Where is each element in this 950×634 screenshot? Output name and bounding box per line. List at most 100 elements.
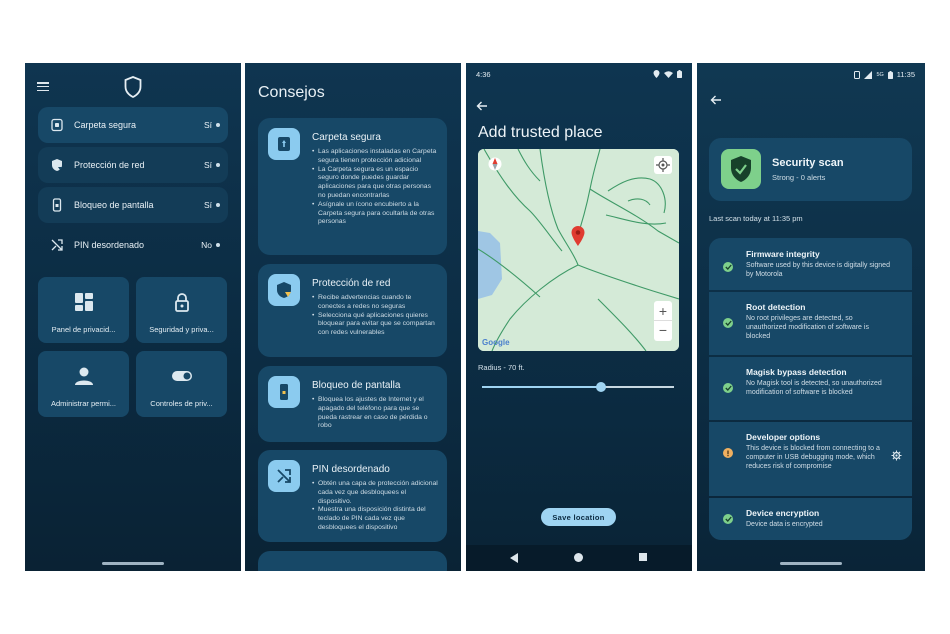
check-ok-icon xyxy=(723,383,733,393)
check-firmware-integrity[interactable]: Firmware integrity Software used by this… xyxy=(709,238,912,290)
scan-title: Security scan xyxy=(772,157,844,169)
zoom-in-button[interactable]: + xyxy=(654,301,672,321)
tip-body: Bloquea los ajustes de Internet y el apa… xyxy=(312,396,439,431)
tip-bullet: Asígnale un ícono encubierto a la Carpet… xyxy=(312,201,439,227)
wifi-icon xyxy=(664,70,673,78)
phone-lock-icon xyxy=(268,376,300,408)
check-device-encryption[interactable]: Device encryption Device data is encrypt… xyxy=(709,498,912,540)
shuffle-icon xyxy=(268,460,300,492)
toggle-value: Sí xyxy=(203,120,212,130)
secure-folder-icon xyxy=(268,128,300,160)
tip-card-bloqueo-de-pantalla[interactable]: Bloqueo de pantalla Bloquea los ajustes … xyxy=(258,366,447,442)
check-info-icon xyxy=(723,448,733,458)
radius-slider[interactable] xyxy=(482,382,674,392)
tip-body: Obtén una capa de protección adicional c… xyxy=(312,480,439,533)
radius-label: Radius - 70 ft. xyxy=(478,363,525,372)
tile-label: Controles de priv... xyxy=(150,399,213,408)
tip-bullet: Las aplicaciones instaladas en Carpeta s… xyxy=(312,148,439,166)
toggle-value: Sí xyxy=(203,200,212,210)
last-scan-text: Last scan today at 11:35 pm xyxy=(709,214,803,223)
nav-recents-icon[interactable] xyxy=(639,553,647,561)
crosshair-icon xyxy=(656,158,670,172)
tip-bullet: Selecciona qué aplicaciones quieres bloq… xyxy=(312,312,439,338)
check-description: This device is blocked from connecting t… xyxy=(746,445,880,470)
check-title: Firmware integrity xyxy=(746,249,820,259)
tip-card-proteccion-de-red[interactable]: Protección de red Recibe advertencias cu… xyxy=(258,264,447,357)
gesture-bar[interactable] xyxy=(102,562,164,565)
tile-administrar-permisos[interactable]: Administrar permi... xyxy=(38,351,129,417)
map-pin-icon[interactable] xyxy=(571,226,585,246)
phone-lock-icon xyxy=(46,194,68,216)
toggle-bloqueo-de-pantalla[interactable]: Bloqueo de pantalla Sí xyxy=(38,187,228,223)
back-arrow-icon[interactable] xyxy=(476,101,488,111)
toggle-proteccion-de-red[interactable]: Protección de red Sí xyxy=(38,147,228,183)
toggle-carpeta-segura[interactable]: Carpeta segura Sí xyxy=(38,107,228,143)
toggle-icon xyxy=(171,371,192,381)
network-shield-icon xyxy=(46,154,68,176)
tip-body: Recibe advertencias cuando te conectes a… xyxy=(312,294,439,338)
check-title: Device encryption xyxy=(746,508,820,518)
signal-icon xyxy=(864,70,873,79)
tile-panel-de-privacidad[interactable]: Panel de privacid... xyxy=(38,277,129,343)
menu-icon[interactable] xyxy=(37,82,49,92)
status-dot xyxy=(216,243,220,247)
toggle-value: No xyxy=(201,240,212,250)
status-bar: 5G 11:35 xyxy=(707,70,915,82)
person-icon xyxy=(74,367,93,385)
battery-icon xyxy=(887,70,893,79)
compass-icon[interactable] xyxy=(488,156,502,172)
security-scan-card[interactable]: Security scan Strong - 0 alerts xyxy=(709,138,912,201)
check-description: No Magisk tool is detected, so unauthori… xyxy=(746,380,882,396)
tip-bullet: Recibe advertencias cuando te conectes a… xyxy=(312,294,439,312)
check-ok-icon xyxy=(723,318,733,328)
status-time: 11:35 xyxy=(896,70,915,79)
tile-seguridad-y-privacidad[interactable]: Seguridad y priva... xyxy=(136,277,227,343)
check-magisk-bypass-detection[interactable]: Magisk bypass detection No Magisk tool i… xyxy=(709,357,912,420)
toggle-pin-desordenado[interactable]: PIN desordenado No xyxy=(38,227,228,263)
tip-body: Las aplicaciones instaladas en Carpeta s… xyxy=(312,148,439,227)
nav-home-icon[interactable] xyxy=(574,553,583,562)
vibrate-icon xyxy=(854,70,861,79)
slider-thumb[interactable] xyxy=(596,382,607,392)
tip-title: Protección de red xyxy=(312,278,391,289)
dashboard-icon xyxy=(74,293,93,311)
zoom-controls: + − xyxy=(654,301,672,341)
navigation-bar xyxy=(466,545,692,571)
tip-bullet: Bloquea los ajustes de Internet y el apa… xyxy=(312,396,439,431)
shuffle-icon xyxy=(46,234,68,256)
check-description: Software used by this device is digitall… xyxy=(746,262,890,278)
save-location-button[interactable]: Save location xyxy=(541,508,616,526)
security-scan-screen: 5G 11:35 Security scan Strong - 0 alerts… xyxy=(697,63,925,571)
check-developer-options[interactable]: Developer options This device is blocked… xyxy=(709,422,912,496)
network-type: 5G xyxy=(876,71,884,78)
check-title: Developer options xyxy=(746,432,821,442)
zoom-out-button[interactable]: − xyxy=(654,321,672,341)
toggle-label: Carpeta segura xyxy=(74,120,137,130)
shield-check-icon xyxy=(731,156,751,182)
status-dot xyxy=(216,203,220,207)
tip-card-next[interactable] xyxy=(258,551,447,571)
tip-card-pin-desordenado[interactable]: PIN desordenado Obtén una capa de protec… xyxy=(258,450,447,542)
back-arrow-icon[interactable] xyxy=(710,95,722,105)
status-bar: 4:36 xyxy=(476,70,682,82)
nav-back-icon[interactable] xyxy=(510,553,518,563)
check-title: Root detection xyxy=(746,302,806,312)
feature-toggle-list: Carpeta segura Sí Protección de red Sí B… xyxy=(38,107,228,267)
top-bar xyxy=(25,73,241,103)
trusted-place-screen: 4:36 Add trusted place + − Google Radius… xyxy=(466,63,692,571)
tip-bullet: La Carpeta segura es un espacio seguro d… xyxy=(312,166,439,201)
my-location-button[interactable] xyxy=(654,156,672,174)
status-icons xyxy=(653,70,682,78)
tip-bullet: Obtén una capa de protección adicional c… xyxy=(312,480,439,506)
gesture-bar[interactable] xyxy=(780,562,842,565)
tip-card-carpeta-segura[interactable]: Carpeta segura Las aplicaciones instalad… xyxy=(258,118,447,255)
check-root-detection[interactable]: Root detection No root privileges are de… xyxy=(709,292,912,355)
tile-controles-de-privacidad[interactable]: Controles de priv... xyxy=(136,351,227,417)
check-description: Device data is encrypted xyxy=(746,521,823,528)
gear-icon[interactable] xyxy=(891,450,902,461)
map-view[interactable]: + − Google xyxy=(478,149,679,351)
tips-screen: Consejos Carpeta segura Las aplicaciones… xyxy=(245,63,461,571)
tile-label: Administrar permi... xyxy=(50,399,116,408)
scan-subtitle: Strong - 0 alerts xyxy=(772,173,826,182)
page-title: Add trusted place xyxy=(478,124,603,141)
